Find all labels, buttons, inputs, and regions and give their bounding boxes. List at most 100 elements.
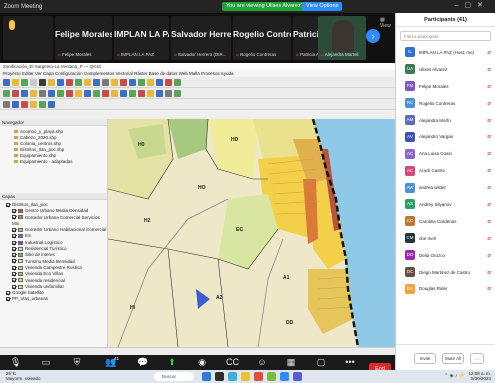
map-label: H0 <box>138 142 145 148</box>
tile-sub: ⌀ IMPLAN LA PAZ <box>117 52 154 58</box>
windows-start-icon[interactable] <box>202 372 211 381</box>
qgis-menu-bar[interactable]: Proyecto Editar Ver Capa Configuración C… <box>0 70 395 77</box>
next-page-button[interactable]: › <box>366 29 380 43</box>
mic-muted-icon: ⌀ <box>174 52 177 57</box>
mic-muted-icon: ⌀ <box>487 168 491 175</box>
qgis-toolbar-2[interactable] <box>0 88 395 99</box>
participant-name: Alejandro Vargas <box>419 134 454 140</box>
participant-row[interactable]: DA Douglas Rider ⌀ <box>396 280 495 297</box>
mic-muted-icon: ⌀ <box>487 185 491 192</box>
map-label: A2 <box>216 295 223 301</box>
participant-video <box>332 20 354 52</box>
title-bar: Zoom Meeting You are viewing Ulises Alva… <box>0 0 495 13</box>
layer-label: Google Satellite <box>12 290 44 296</box>
map-label: EC <box>236 227 243 233</box>
file-explorer-icon[interactable] <box>241 372 250 381</box>
participant-row[interactable]: IL IMPLAN LA PAZ (Host, me) ⌀ <box>396 44 495 61</box>
qgis-toolbar-1[interactable] <box>0 77 395 88</box>
qgis-toolbar-3[interactable] <box>0 99 395 110</box>
participant-row[interactable]: AW andrea wilder ⌀ <box>396 179 495 196</box>
participant-row[interactable]: AM Alejandra Morfo ⌀ <box>396 112 495 129</box>
participants-footer: Invite Mute All ... <box>396 344 495 370</box>
browser-panel-header: Navegador <box>0 119 107 126</box>
participant-name: Rogelio Contreras <box>419 100 456 106</box>
taskbar-search[interactable]: Buscar <box>154 372 194 381</box>
microphone-off-icon: 🎙 <box>10 357 22 367</box>
tile-sub: ⌀ Alejandra Martell <box>321 52 359 58</box>
qgis-app-icon[interactable] <box>267 372 276 381</box>
layer-label: Vivienda unifamiliar <box>25 283 64 289</box>
video-tile[interactable]: Salvador Herrer... ⌀ Salvador Herrera (D… <box>171 16 231 60</box>
map-label: HI <box>130 305 136 311</box>
layers-list[interactable]: Distritos_Ilan_poc Centro Urbano Media D… <box>0 200 107 303</box>
tile-sub-label: IMPLAN LA PAZ <box>120 52 154 57</box>
more-options-button[interactable]: ... <box>470 353 484 364</box>
participant-row[interactable]: AS Andrey Silyanov ⌀ <box>396 196 495 213</box>
participant-row[interactable]: UA Ulises Alvarez ⌀ <box>396 61 495 78</box>
mic-muted-icon: ⌀ <box>487 286 491 293</box>
view-options-button[interactable]: View Options <box>302 2 343 11</box>
participants-panel: Participants (41) Find a participant IL I… <box>395 13 495 370</box>
taskbar-apps[interactable] <box>202 372 302 381</box>
layer-label: Distritos_Ilan_poc <box>12 202 48 207</box>
avatar: FM <box>405 81 415 92</box>
clock-date: 5/30/2023 <box>470 376 491 381</box>
avatar: RC <box>405 98 415 109</box>
participant-row[interactable]: DC Diego Martinez de Castro ⌀ <box>396 264 495 281</box>
avatar: DO <box>405 250 415 261</box>
participant-row[interactable]: AV Alejandro Vargas ⌀ <box>396 128 495 145</box>
video-tile[interactable] <box>3 16 53 60</box>
layer-label: Corredor Urbano Comercial Servicios Mix <box>12 214 100 226</box>
participant-row[interactable]: AC Aracli Castro ⌀ <box>396 162 495 179</box>
mic-muted-icon: ⌀ <box>487 252 491 259</box>
mute-all-button[interactable]: Mute All <box>442 353 464 364</box>
participant-row[interactable]: DO Delia Orozco ⌀ <box>396 247 495 264</box>
captions-icon: CC <box>226 357 239 367</box>
layer-label: Vivienda residencial <box>25 277 65 283</box>
task-view-icon[interactable] <box>215 372 224 381</box>
system-tray[interactable]: ⌃ ◈ ♪ ⚡ <box>444 373 465 379</box>
qgis-title: Zonificación_El Sargento-La Ventana_P — … <box>0 63 395 70</box>
taskbar-clock[interactable]: 12:08 a. m. 5/30/2023 <box>468 371 491 381</box>
participant-row[interactable]: FM Felipe Morales ⌀ <box>396 78 495 95</box>
participant-name: Ana Luisa Coasi <box>419 151 452 157</box>
video-tile[interactable]: Rogelio Contreras ⌀ Rogelio Contreras <box>233 16 291 60</box>
mic-muted-icon: ⌀ <box>58 52 61 57</box>
tile-sub-label: Alejandra Martell <box>324 52 359 57</box>
mic-muted-icon: ⌀ <box>117 52 120 57</box>
participant-name: Ulises Alvarez <box>419 66 448 72</box>
map-canvas[interactable]: H0 HD EC H2 A2 A1 HI DD HO <box>108 119 395 347</box>
map-label: DD <box>286 320 294 326</box>
search-label: Buscar <box>162 374 177 379</box>
participant-search-input[interactable]: Find a participant <box>400 31 491 41</box>
participant-row[interactable]: CC Carolina Cardenas ⌀ <box>396 213 495 230</box>
participant-row[interactable]: RC Rogelio Contreras ⌀ <box>396 95 495 112</box>
participant-row[interactable]: AC Ana Luisa Coasi ⌀ <box>396 145 495 162</box>
lightbulb-icon <box>9 20 15 30</box>
invite-button[interactable]: Invite <box>414 353 436 364</box>
chrome-icon[interactable] <box>254 372 263 381</box>
mic-muted-icon: ⌀ <box>487 100 491 107</box>
window-title: Zoom Meeting <box>4 3 43 10</box>
tile-sub-label: Salvador Herrera (DIR... <box>177 52 227 57</box>
browser-item[interactable]: Equipamiento - adaptadas <box>14 159 107 165</box>
window-controls[interactable]: –▢✕ <box>455 1 489 9</box>
video-tile[interactable]: Felipe Morales ⌀ Felipe Morales <box>55 16 112 60</box>
layer-item[interactable]: Corredor Urbano Comercial Servicios Mix <box>6 215 107 228</box>
teams-icon[interactable] <box>293 372 302 381</box>
record-icon: ◉ <box>198 357 206 367</box>
participant-row[interactable]: CM cbe mell ⌀ <box>396 230 495 247</box>
layer-label: Industrial Logístico <box>25 239 63 245</box>
avatar: AM <box>405 115 415 125</box>
mic-muted-icon: ⌀ <box>487 202 491 209</box>
browser-list[interactable]: Acomoo_y_playa.shp Cabezo_2020.shp Colon… <box>0 126 107 165</box>
video-tile[interactable]: IMPLAN LA PAZ ⌀ IMPLAN LA PAZ <box>114 16 169 60</box>
view-button[interactable]: ▦ View <box>380 17 395 29</box>
edge-icon[interactable] <box>228 372 237 381</box>
weather-widget[interactable]: 25°C Mayorm. soleado <box>6 371 41 382</box>
layer-item[interactable]: PP_Vias_urbanas <box>6 296 107 302</box>
video-tile-active[interactable]: ⌀ Alejandra Martell <box>318 16 366 60</box>
zoom-app-icon[interactable] <box>280 372 289 381</box>
layers-panel-header: Capas <box>0 193 107 200</box>
layer-swatch <box>18 272 23 277</box>
